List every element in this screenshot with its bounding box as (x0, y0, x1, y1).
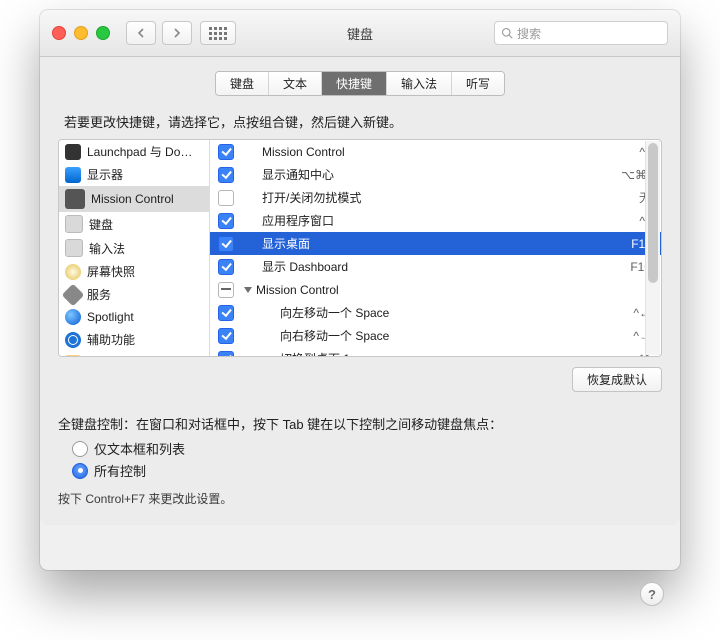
checkbox[interactable] (218, 282, 234, 298)
shortcut-row[interactable]: 向左移动一个 Space^← (210, 301, 661, 324)
shortcut-panes: Launchpad 与 Do… 显示器 Mission Control 键盘 输… (58, 139, 662, 357)
checkbox[interactable] (218, 213, 234, 229)
shortcut-group-row[interactable]: Mission Control (210, 278, 661, 301)
category-spotlight[interactable]: Spotlight (59, 306, 209, 328)
search-field[interactable]: 搜索 (494, 21, 668, 45)
category-launchpad[interactable]: Launchpad 与 Do… (59, 140, 209, 163)
disclosure-triangle-icon[interactable] (244, 287, 252, 293)
titlebar: 键盘 搜索 (40, 10, 680, 57)
checkbox[interactable] (218, 259, 234, 275)
checkbox[interactable] (218, 144, 234, 160)
minimize-window-button[interactable] (74, 26, 88, 40)
tab-shortcuts[interactable]: 快捷键 (322, 72, 387, 95)
category-keyboard[interactable]: 键盘 (59, 212, 209, 236)
checkbox[interactable] (218, 167, 234, 183)
restore-defaults-button[interactable]: 恢复成默认 (572, 367, 662, 392)
checkbox[interactable] (218, 328, 234, 344)
category-display[interactable]: 显示器 (59, 163, 209, 186)
hint-text: 按下 Control+F7 来更改此设置。 (58, 490, 662, 507)
category-mission-control[interactable]: Mission Control (59, 186, 209, 212)
shortcut-row[interactable]: 向右移动一个 Space^→ (210, 324, 661, 347)
traffic-lights (52, 26, 110, 40)
checkbox[interactable] (218, 351, 234, 357)
checkbox[interactable] (218, 305, 234, 321)
shortcut-row[interactable]: 打开/关闭勿扰模式无 (210, 186, 661, 209)
category-input-sources[interactable]: 输入法 (59, 236, 209, 260)
zoom-window-button[interactable] (96, 26, 110, 40)
preferences-window: 键盘 搜索 键盘 文本 快捷键 输入法 听写 若要更改快捷键，请选择它，点按组合… (40, 10, 680, 525)
shortcut-row[interactable]: 显示通知中心⌥⌘- (210, 163, 661, 186)
shortcut-row[interactable]: 显示 DashboardF10 (210, 255, 661, 278)
tab-keyboard[interactable]: 键盘 (216, 72, 269, 95)
checkbox[interactable] (218, 190, 234, 206)
search-placeholder: 搜索 (517, 25, 541, 42)
scrollbar[interactable] (645, 141, 660, 355)
shortcut-row[interactable]: Mission Control^↑ (210, 140, 661, 163)
back-button[interactable] (126, 21, 156, 45)
tab-dictation[interactable]: 听写 (452, 72, 504, 95)
show-all-button[interactable] (200, 21, 236, 45)
shortcut-list[interactable]: Mission Control^↑ 显示通知中心⌥⌘- 打开/关闭勿扰模式无 应… (210, 140, 661, 356)
category-list[interactable]: Launchpad 与 Do… 显示器 Mission Control 键盘 输… (59, 140, 210, 356)
search-icon (501, 27, 513, 39)
forward-button[interactable] (162, 21, 192, 45)
full-keyboard-access-label: 全键盘控制：在窗口和对话框中，按下 Tab 键在以下控制之间移动键盘焦点： (58, 414, 662, 433)
tab-text[interactable]: 文本 (269, 72, 322, 95)
shortcut-row-selected[interactable]: 显示桌面F11 (210, 232, 661, 255)
category-services[interactable]: 服务 (59, 283, 209, 306)
category-accessibility[interactable]: 辅助功能 (59, 328, 209, 351)
shortcut-row[interactable]: 应用程序窗口^↓ (210, 209, 661, 232)
scrollbar-thumb[interactable] (648, 143, 658, 283)
close-window-button[interactable] (52, 26, 66, 40)
radio-all-controls[interactable]: 所有控制 (72, 461, 662, 480)
shortcut-row[interactable]: 切换到桌面 1^1 (210, 347, 661, 356)
tab-input-sources[interactable]: 输入法 (387, 72, 452, 95)
tab-bar: 键盘 文本 快捷键 输入法 听写 (58, 71, 662, 96)
instruction-text: 若要更改快捷键，请选择它，点按组合键，然后键入新键。 (64, 112, 662, 131)
checkbox[interactable] (218, 236, 234, 252)
radio-text-boxes[interactable]: 仅文本框和列表 (72, 439, 662, 458)
category-app-shortcuts[interactable]: 应用快捷键 (59, 351, 209, 356)
help-button[interactable]: ? (640, 582, 664, 606)
category-screenshots[interactable]: 屏幕快照 (59, 260, 209, 283)
